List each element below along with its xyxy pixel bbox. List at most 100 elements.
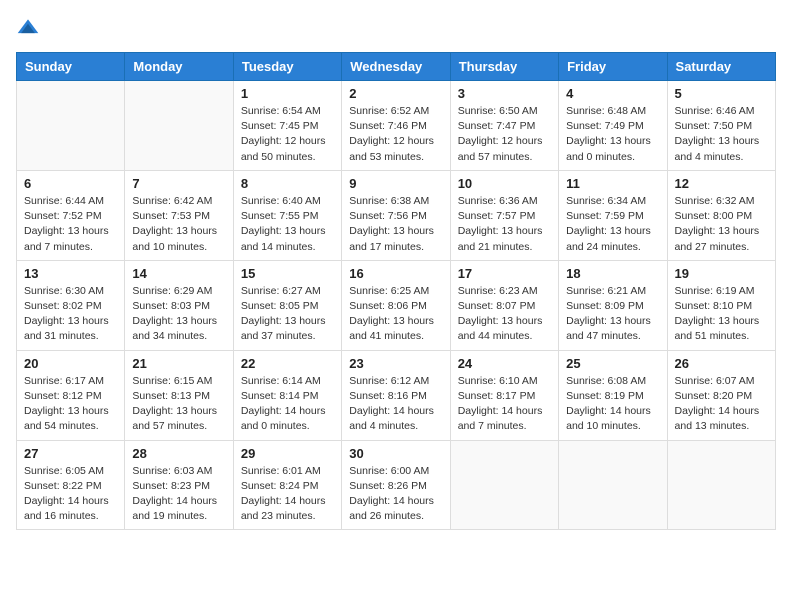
calendar-cell: 1 Sunrise: 6:54 AM Sunset: 7:45 PM Daylig… xyxy=(233,81,341,171)
day-info: Sunrise: 6:14 AM Sunset: 8:14 PM Dayligh… xyxy=(241,374,334,435)
calendar-cell xyxy=(17,81,125,171)
day-info: Sunrise: 6:00 AM Sunset: 8:26 PM Dayligh… xyxy=(349,464,442,525)
day-number: 13 xyxy=(24,266,117,281)
calendar-cell: 4 Sunrise: 6:48 AM Sunset: 7:49 PM Daylig… xyxy=(559,81,667,171)
weekday-header-saturday: Saturday xyxy=(667,53,775,81)
weekday-header-friday: Friday xyxy=(559,53,667,81)
calendar-cell: 8 Sunrise: 6:40 AM Sunset: 7:55 PM Daylig… xyxy=(233,170,341,260)
calendar-cell: 16 Sunrise: 6:25 AM Sunset: 8:06 PM Dayli… xyxy=(342,260,450,350)
calendar-cell: 15 Sunrise: 6:27 AM Sunset: 8:05 PM Dayli… xyxy=(233,260,341,350)
calendar-cell: 9 Sunrise: 6:38 AM Sunset: 7:56 PM Daylig… xyxy=(342,170,450,260)
day-number: 28 xyxy=(132,446,225,461)
calendar-week-row: 6 Sunrise: 6:44 AM Sunset: 7:52 PM Daylig… xyxy=(17,170,776,260)
calendar-cell: 6 Sunrise: 6:44 AM Sunset: 7:52 PM Daylig… xyxy=(17,170,125,260)
day-info: Sunrise: 6:21 AM Sunset: 8:09 PM Dayligh… xyxy=(566,284,659,345)
logo xyxy=(16,16,44,40)
day-info: Sunrise: 6:23 AM Sunset: 8:07 PM Dayligh… xyxy=(458,284,551,345)
day-number: 15 xyxy=(241,266,334,281)
calendar-cell: 26 Sunrise: 6:07 AM Sunset: 8:20 PM Dayli… xyxy=(667,350,775,440)
day-info: Sunrise: 6:40 AM Sunset: 7:55 PM Dayligh… xyxy=(241,194,334,255)
day-info: Sunrise: 6:34 AM Sunset: 7:59 PM Dayligh… xyxy=(566,194,659,255)
weekday-header-thursday: Thursday xyxy=(450,53,558,81)
calendar-cell: 27 Sunrise: 6:05 AM Sunset: 8:22 PM Dayli… xyxy=(17,440,125,530)
calendar-cell: 10Sunrise: 6:36 AM Sunset: 7:57 PM Dayli… xyxy=(450,170,558,260)
day-number: 8 xyxy=(241,176,334,191)
calendar-cell: 19Sunrise: 6:19 AM Sunset: 8:10 PM Dayli… xyxy=(667,260,775,350)
calendar-cell: 29 Sunrise: 6:01 AM Sunset: 8:24 PM Dayli… xyxy=(233,440,341,530)
calendar-cell: 12 Sunrise: 6:32 AM Sunset: 8:00 PM Dayli… xyxy=(667,170,775,260)
day-info: Sunrise: 6:17 AM Sunset: 8:12 PM Dayligh… xyxy=(24,374,117,435)
logo-icon xyxy=(16,16,40,40)
day-info: Sunrise: 6:19 AM Sunset: 8:10 PM Dayligh… xyxy=(675,284,768,345)
day-number: 26 xyxy=(675,356,768,371)
day-number: 14 xyxy=(132,266,225,281)
day-number: 29 xyxy=(241,446,334,461)
calendar-cell: 23Sunrise: 6:12 AM Sunset: 8:16 PM Dayli… xyxy=(342,350,450,440)
weekday-header-monday: Monday xyxy=(125,53,233,81)
calendar-cell: 5 Sunrise: 6:46 AM Sunset: 7:50 PM Daylig… xyxy=(667,81,775,171)
day-number: 3 xyxy=(458,86,551,101)
calendar-cell: 2 Sunrise: 6:52 AM Sunset: 7:46 PM Daylig… xyxy=(342,81,450,171)
calendar-cell: 28 Sunrise: 6:03 AM Sunset: 8:23 PM Dayli… xyxy=(125,440,233,530)
day-info: Sunrise: 6:42 AM Sunset: 7:53 PM Dayligh… xyxy=(132,194,225,255)
calendar-body: 1 Sunrise: 6:54 AM Sunset: 7:45 PM Daylig… xyxy=(17,81,776,530)
day-number: 25 xyxy=(566,356,659,371)
day-number: 5 xyxy=(675,86,768,101)
day-info: Sunrise: 6:52 AM Sunset: 7:46 PM Dayligh… xyxy=(349,104,442,165)
day-number: 17 xyxy=(458,266,551,281)
day-info: Sunrise: 6:50 AM Sunset: 7:47 PM Dayligh… xyxy=(458,104,551,165)
day-info: Sunrise: 6:05 AM Sunset: 8:22 PM Dayligh… xyxy=(24,464,117,525)
weekday-header-sunday: Sunday xyxy=(17,53,125,81)
calendar-cell: 22 Sunrise: 6:14 AM Sunset: 8:14 PM Dayli… xyxy=(233,350,341,440)
calendar-cell: 7Sunrise: 6:42 AM Sunset: 7:53 PM Daylig… xyxy=(125,170,233,260)
calendar-cell: 18 Sunrise: 6:21 AM Sunset: 8:09 PM Dayli… xyxy=(559,260,667,350)
day-info: Sunrise: 6:54 AM Sunset: 7:45 PM Dayligh… xyxy=(241,104,334,165)
day-number: 2 xyxy=(349,86,442,101)
calendar-cell: 30 Sunrise: 6:00 AM Sunset: 8:26 PM Dayli… xyxy=(342,440,450,530)
day-info: Sunrise: 6:44 AM Sunset: 7:52 PM Dayligh… xyxy=(24,194,117,255)
calendar-table: SundayMondayTuesdayWednesdayThursdayFrid… xyxy=(16,52,776,530)
day-info: Sunrise: 6:08 AM Sunset: 8:19 PM Dayligh… xyxy=(566,374,659,435)
calendar-cell: 21Sunrise: 6:15 AM Sunset: 8:13 PM Dayli… xyxy=(125,350,233,440)
day-info: Sunrise: 6:30 AM Sunset: 8:02 PM Dayligh… xyxy=(24,284,117,345)
calendar-cell: 11 Sunrise: 6:34 AM Sunset: 7:59 PM Dayli… xyxy=(559,170,667,260)
day-number: 30 xyxy=(349,446,442,461)
day-number: 11 xyxy=(566,176,659,191)
day-info: Sunrise: 6:07 AM Sunset: 8:20 PM Dayligh… xyxy=(675,374,768,435)
day-number: 18 xyxy=(566,266,659,281)
page-header xyxy=(16,16,776,40)
day-number: 4 xyxy=(566,86,659,101)
calendar-week-row: 20 Sunrise: 6:17 AM Sunset: 8:12 PM Dayli… xyxy=(17,350,776,440)
calendar-cell: 20 Sunrise: 6:17 AM Sunset: 8:12 PM Dayli… xyxy=(17,350,125,440)
weekday-header-row: SundayMondayTuesdayWednesdayThursdayFrid… xyxy=(17,53,776,81)
day-number: 27 xyxy=(24,446,117,461)
day-info: Sunrise: 6:10 AM Sunset: 8:17 PM Dayligh… xyxy=(458,374,551,435)
calendar-cell xyxy=(559,440,667,530)
day-number: 16 xyxy=(349,266,442,281)
day-number: 1 xyxy=(241,86,334,101)
day-number: 9 xyxy=(349,176,442,191)
day-info: Sunrise: 6:27 AM Sunset: 8:05 PM Dayligh… xyxy=(241,284,334,345)
day-info: Sunrise: 6:48 AM Sunset: 7:49 PM Dayligh… xyxy=(566,104,659,165)
day-info: Sunrise: 6:46 AM Sunset: 7:50 PM Dayligh… xyxy=(675,104,768,165)
day-info: Sunrise: 6:03 AM Sunset: 8:23 PM Dayligh… xyxy=(132,464,225,525)
calendar-header: SundayMondayTuesdayWednesdayThursdayFrid… xyxy=(17,53,776,81)
day-number: 23 xyxy=(349,356,442,371)
day-info: Sunrise: 6:25 AM Sunset: 8:06 PM Dayligh… xyxy=(349,284,442,345)
day-info: Sunrise: 6:01 AM Sunset: 8:24 PM Dayligh… xyxy=(241,464,334,525)
day-number: 12 xyxy=(675,176,768,191)
calendar-cell xyxy=(667,440,775,530)
day-number: 10 xyxy=(458,176,551,191)
day-number: 22 xyxy=(241,356,334,371)
weekday-header-tuesday: Tuesday xyxy=(233,53,341,81)
calendar-week-row: 27 Sunrise: 6:05 AM Sunset: 8:22 PM Dayli… xyxy=(17,440,776,530)
day-number: 6 xyxy=(24,176,117,191)
day-info: Sunrise: 6:32 AM Sunset: 8:00 PM Dayligh… xyxy=(675,194,768,255)
day-info: Sunrise: 6:29 AM Sunset: 8:03 PM Dayligh… xyxy=(132,284,225,345)
weekday-header-wednesday: Wednesday xyxy=(342,53,450,81)
day-info: Sunrise: 6:38 AM Sunset: 7:56 PM Dayligh… xyxy=(349,194,442,255)
calendar-cell: 13 Sunrise: 6:30 AM Sunset: 8:02 PM Dayli… xyxy=(17,260,125,350)
day-number: 24 xyxy=(458,356,551,371)
calendar-cell: 14 Sunrise: 6:29 AM Sunset: 8:03 PM Dayli… xyxy=(125,260,233,350)
day-number: 20 xyxy=(24,356,117,371)
